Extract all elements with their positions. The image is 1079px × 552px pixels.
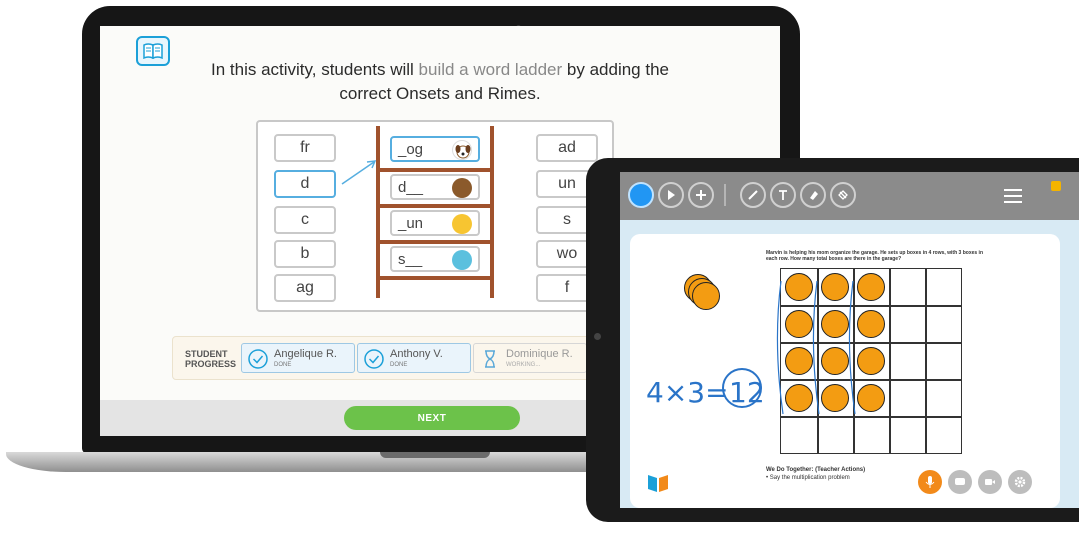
drag-arrow-icon	[341, 160, 377, 185]
ladder-word-text: s__	[398, 250, 423, 268]
check-circle-icon	[364, 349, 384, 369]
tablet-screen: Marvin is helping his mom organize the g…	[620, 172, 1079, 508]
onset-tile-selected[interactable]: d	[274, 170, 336, 198]
dad-icon	[452, 178, 472, 198]
next-button[interactable]: NEXT	[344, 406, 520, 430]
cursor-icon[interactable]	[658, 182, 684, 208]
ladder-rung	[376, 276, 494, 280]
dog-icon	[452, 140, 472, 160]
ladder-word-text: d__	[398, 178, 424, 196]
we-do-title: We Do Together: (Teacher Actions)	[766, 467, 866, 473]
ladder-word-text: _un	[398, 214, 424, 232]
eraser-icon[interactable]	[800, 182, 826, 208]
whiteboard-toolbar	[620, 172, 1079, 220]
ladder-rail-right	[490, 126, 494, 298]
ladder-rung	[376, 168, 494, 172]
onset-tile[interactable]: fr	[274, 134, 336, 162]
onset-tile[interactable]: b	[274, 240, 336, 268]
student-status: DONE	[390, 362, 408, 368]
student-name: Dominique R.	[506, 348, 573, 360]
rime-tile[interactable]: ad	[536, 134, 598, 162]
student-card[interactable]: Angelique R. DONE	[241, 343, 355, 373]
grouping-annotation	[776, 280, 856, 415]
ladder-rung	[376, 204, 494, 208]
student-progress-label: STUDENT PROGRESS	[185, 349, 236, 369]
ladder-word-slot[interactable]: _un	[390, 210, 480, 236]
progress-label-line-1: STUDENT	[185, 349, 228, 359]
student-name: Anthony V.	[390, 348, 443, 360]
student-name: Angelique R.	[274, 348, 337, 360]
settings-gear-icon[interactable]	[1008, 470, 1032, 494]
hourglass-icon	[485, 350, 495, 368]
onset-tile[interactable]: c	[274, 206, 336, 234]
activity-instructions: In this activity, students will build a …	[160, 58, 720, 106]
tablet-camera	[594, 333, 601, 340]
intro-highlight: build a word ladder	[418, 60, 563, 79]
check-circle-icon	[248, 349, 268, 369]
counter-stack[interactable]	[692, 282, 720, 310]
we-do-item: • Say the multiplication problem	[766, 475, 850, 481]
student-card[interactable]: Anthony V. DONE	[357, 343, 471, 373]
chat-icon[interactable]	[948, 470, 972, 494]
onset-tile[interactable]: ag	[274, 274, 336, 302]
tablet: Marvin is helping his mom organize the g…	[586, 158, 1079, 522]
ladder-word-text: _og	[398, 140, 424, 158]
student-card[interactable]: Dominique R. WORKING...	[473, 343, 587, 373]
ladder-rung	[376, 240, 494, 244]
menu-icon[interactable]	[1004, 189, 1022, 203]
intro-text-3: correct Onsets and Rimes.	[339, 84, 541, 103]
word-ladder-activity: fr d c b ag _og d__ _un s__ ad un s wo f	[256, 120, 614, 312]
microphone-icon[interactable]	[918, 470, 942, 494]
word-problem: Marvin is helping his mom organize the g…	[766, 250, 983, 262]
ladder-word-slot[interactable]: d__	[390, 174, 480, 200]
sad-face-icon	[452, 250, 472, 270]
pencil-icon[interactable]	[740, 182, 766, 208]
fill-icon[interactable]	[830, 182, 856, 208]
intro-text-2: by adding the	[562, 60, 669, 79]
equation-answer: 12	[729, 376, 765, 409]
progress-label-line-2: PROGRESS	[185, 359, 237, 369]
student-status: DONE	[274, 362, 292, 368]
add-icon[interactable]	[688, 182, 714, 208]
ladder-rail-left	[376, 126, 380, 298]
teacher-actions: We Do Together: (Teacher Actions) • Say …	[766, 466, 865, 482]
text-icon[interactable]	[770, 182, 796, 208]
ladder-word-slot[interactable]: s__	[390, 246, 480, 272]
book-icon[interactable]	[646, 472, 670, 494]
student-status: WORKING...	[506, 362, 541, 368]
notification-dot	[1051, 181, 1061, 191]
sun-icon	[452, 214, 472, 234]
equation: 4×3=	[646, 376, 729, 409]
ladder-word-slot[interactable]: _og	[390, 136, 480, 162]
video-camera-icon[interactable]	[978, 470, 1002, 494]
array-grid	[776, 268, 962, 454]
lesson-card: Marvin is helping his mom organize the g…	[630, 234, 1060, 508]
laptop-notch	[380, 452, 490, 458]
devices-stage: In this activity, students will build a …	[0, 0, 1079, 552]
pen-color-icon[interactable]	[628, 182, 654, 208]
intro-text-1: In this activity, students will	[210, 60, 419, 79]
toolbar-divider	[724, 184, 726, 206]
